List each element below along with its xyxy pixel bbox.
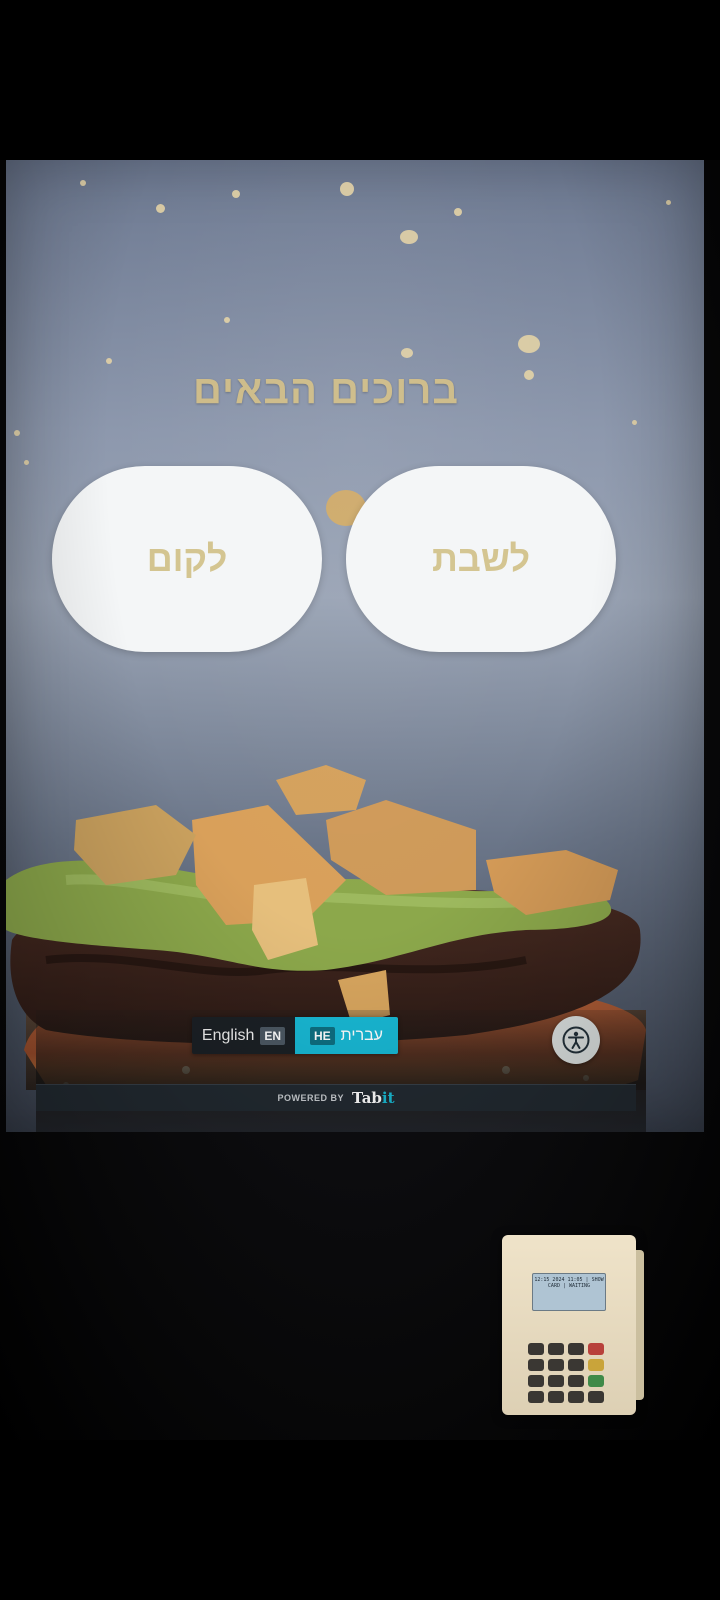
terminal-key bbox=[528, 1375, 544, 1387]
tabit-logo: Tabit bbox=[352, 1089, 395, 1107]
terminal-key bbox=[528, 1391, 544, 1403]
language-english-code: EN bbox=[260, 1026, 286, 1045]
terminal-side-edge bbox=[636, 1250, 644, 1400]
crumb-decoration bbox=[518, 335, 540, 353]
terminal-key bbox=[568, 1343, 584, 1355]
crumb-decoration bbox=[632, 420, 637, 425]
welcome-title: ברוכים הבאים bbox=[192, 368, 460, 412]
crumb-decoration bbox=[400, 230, 418, 244]
brand-accent: it bbox=[381, 1089, 395, 1107]
crumb-decoration bbox=[666, 200, 671, 205]
terminal-key-cancel bbox=[588, 1343, 604, 1355]
kiosk-screen: ברוכים הבאים לקום לשבת English EN עברית … bbox=[6, 160, 704, 1132]
language-english-label: English bbox=[201, 1026, 255, 1044]
crumb-decoration bbox=[340, 182, 354, 196]
terminal-key bbox=[548, 1391, 564, 1403]
crumb-decoration bbox=[401, 348, 413, 358]
terminal-key bbox=[548, 1343, 564, 1355]
crumb-decoration bbox=[106, 358, 112, 364]
terminal-key bbox=[568, 1375, 584, 1387]
terminal-key bbox=[528, 1343, 544, 1355]
brand-main: Tab bbox=[351, 1089, 382, 1107]
accessibility-icon bbox=[562, 1026, 590, 1054]
dine-in-label: לשבת bbox=[431, 538, 531, 579]
crumb-decoration bbox=[156, 204, 165, 213]
terminal-key bbox=[548, 1359, 564, 1371]
terminal-key bbox=[568, 1391, 584, 1403]
terminal-keypad bbox=[528, 1343, 610, 1403]
language-hebrew-code: HE bbox=[310, 1026, 335, 1045]
language-switcher: English EN עברית HE bbox=[192, 1017, 398, 1054]
takeaway-label: לקום bbox=[146, 538, 228, 579]
card-terminal: 12:15 2024 11:05 | SHOW CARD | WAITING bbox=[502, 1235, 636, 1415]
terminal-key-clear bbox=[588, 1359, 604, 1371]
language-hebrew-button[interactable]: עברית HE bbox=[295, 1017, 398, 1054]
terminal-key bbox=[548, 1375, 564, 1387]
accessibility-button[interactable] bbox=[552, 1016, 600, 1064]
language-english-button[interactable]: English EN bbox=[192, 1017, 295, 1054]
powered-by-footer: POWERED BY Tabit bbox=[36, 1084, 636, 1111]
powered-by-text: POWERED BY bbox=[277, 1093, 344, 1103]
crumb-decoration bbox=[232, 190, 240, 198]
dine-in-button[interactable]: לשבת bbox=[346, 466, 616, 652]
crumb-decoration bbox=[24, 460, 29, 465]
terminal-key bbox=[528, 1359, 544, 1371]
crumb-decoration bbox=[80, 180, 86, 186]
terminal-display: 12:15 2024 11:05 | SHOW CARD | WAITING bbox=[532, 1273, 606, 1311]
takeaway-button[interactable]: לקום bbox=[52, 466, 322, 652]
crumb-decoration bbox=[224, 317, 230, 323]
language-hebrew-label: עברית bbox=[340, 1026, 383, 1044]
crumb-decoration bbox=[454, 208, 462, 216]
terminal-key bbox=[568, 1359, 584, 1371]
terminal-key-ok bbox=[588, 1375, 604, 1387]
crumb-decoration bbox=[14, 430, 20, 436]
terminal-key bbox=[588, 1391, 604, 1403]
